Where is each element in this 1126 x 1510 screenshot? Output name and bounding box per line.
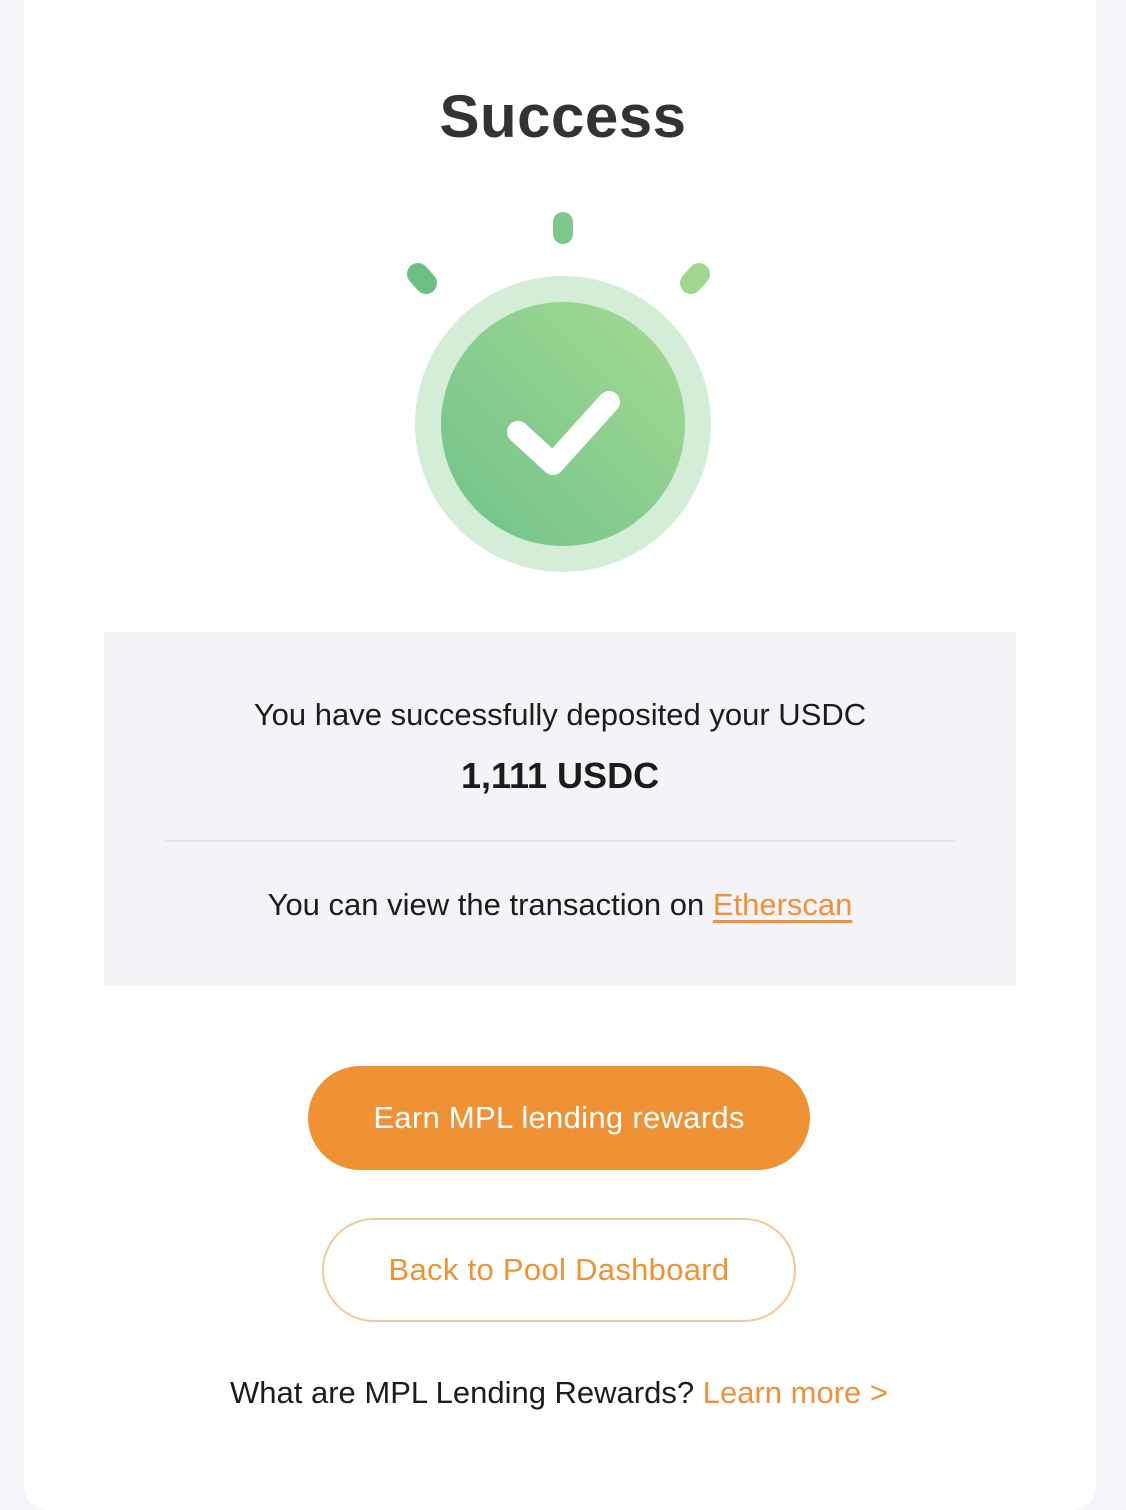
- rewards-question: What are MPL Lending Rewards?: [230, 1375, 703, 1410]
- deposit-summary-panel: [104, 632, 1016, 986]
- back-to-dashboard-button[interactable]: Back to Pool Dashboard: [322, 1218, 796, 1322]
- sparkle-left-icon: [407, 263, 437, 294]
- etherscan-link[interactable]: Etherscan: [713, 887, 853, 922]
- summary-divider: [164, 840, 956, 842]
- deposit-message: You have successfully deposited your USD…: [253, 697, 867, 732]
- check-circle: [441, 302, 685, 546]
- page-title: Success: [439, 83, 687, 150]
- rewards-info: What are MPL Lending Rewards? Learn more…: [0, 1372, 1118, 1414]
- learn-more-link[interactable]: Learn more >: [703, 1375, 888, 1410]
- earn-rewards-button[interactable]: Earn MPL lending rewards: [308, 1066, 810, 1170]
- sparkle-right-icon: [680, 263, 710, 294]
- deposit-amount: 1,111 USDC: [460, 755, 660, 796]
- transaction-note: You can view the transaction on Ethersca…: [104, 884, 1016, 926]
- transaction-prefix: You can view the transaction on: [267, 887, 713, 922]
- check-circle-icon: [407, 212, 711, 572]
